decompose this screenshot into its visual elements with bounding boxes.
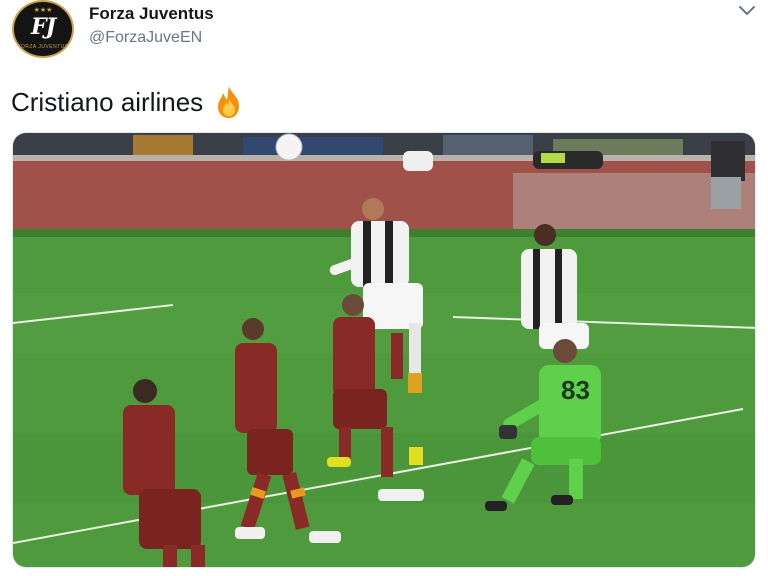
tweet-photo[interactable]: 83 — [12, 132, 756, 568]
tweet-text: Cristiano airlines — [11, 84, 245, 120]
chevron-down-icon[interactable] — [736, 2, 758, 20]
avatar-monogram: FJ — [30, 14, 56, 40]
author-display-name[interactable]: Forza Juventus — [89, 4, 214, 24]
author-handle[interactable]: @ForzaJuveEN — [89, 29, 202, 47]
tweet-card[interactable]: ★★★ FJ FORZA JUVENTUS Forza Juventus @Fo… — [0, 0, 768, 576]
avatar-stars: ★★★ — [33, 7, 53, 14]
avatar-ring-text: FORZA JUVENTUS — [17, 44, 69, 50]
tweet-text-content: Cristiano airlines — [11, 86, 204, 117]
author-avatar[interactable]: ★★★ FJ FORZA JUVENTUS — [12, 0, 74, 58]
keeper-jersey-number: 83 — [561, 375, 590, 405]
fire-icon — [213, 84, 245, 120]
